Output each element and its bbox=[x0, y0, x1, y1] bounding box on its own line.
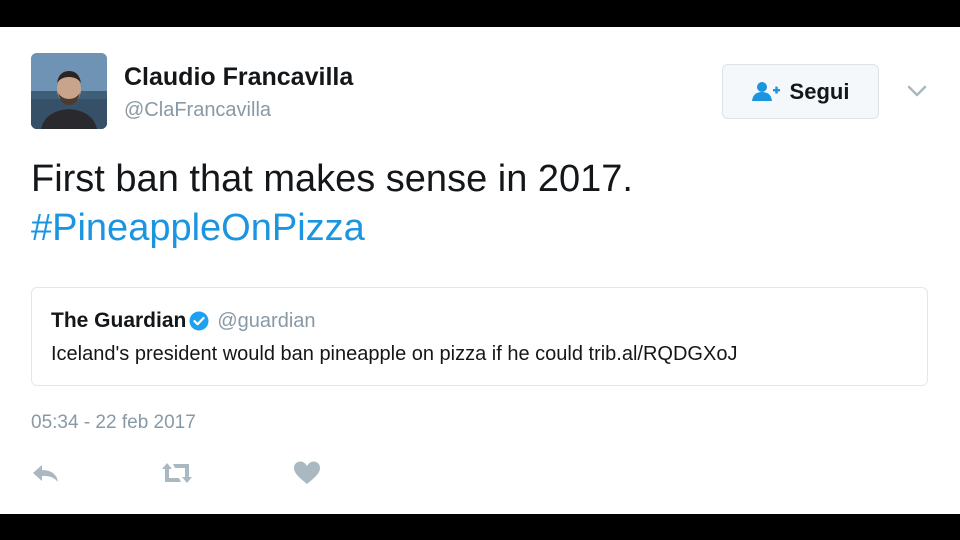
verified-badge-icon bbox=[189, 311, 209, 331]
follow-button[interactable]: Segui bbox=[722, 64, 879, 119]
reply-icon[interactable] bbox=[30, 460, 62, 486]
quoted-author-name: The Guardian bbox=[51, 309, 187, 332]
tweet-text: First ban that makes sense in 2017. #Pin… bbox=[31, 155, 911, 253]
tweet-card: Claudio Francavilla @ClaFrancavilla Segu… bbox=[0, 27, 960, 514]
quoted-tweet-header: The Guardian @guardian bbox=[51, 309, 316, 333]
quoted-author-handle: @guardian bbox=[217, 309, 316, 332]
author-name[interactable]: Claudio Francavilla bbox=[124, 63, 353, 92]
tweet-timestamp[interactable]: 05:34 - 22 feb 2017 bbox=[31, 412, 196, 434]
follow-button-label: Segui bbox=[789, 78, 850, 104]
author-handle[interactable]: @ClaFrancavilla bbox=[124, 99, 271, 122]
avatar[interactable] bbox=[31, 53, 107, 129]
quoted-tweet-text: Iceland's president would ban pineapple … bbox=[51, 343, 738, 365]
like-heart-icon[interactable] bbox=[293, 460, 321, 486]
quoted-tweet[interactable]: The Guardian @guardian Iceland's preside… bbox=[31, 287, 928, 386]
follow-user-icon bbox=[751, 81, 780, 101]
hashtag-link[interactable]: #PineappleOnPizza bbox=[31, 204, 911, 253]
tweet-body: First ban that makes sense in 2017. bbox=[31, 158, 633, 200]
chevron-down-icon[interactable] bbox=[905, 81, 929, 101]
retweet-icon[interactable] bbox=[160, 460, 194, 486]
avatar-photo bbox=[31, 53, 107, 129]
